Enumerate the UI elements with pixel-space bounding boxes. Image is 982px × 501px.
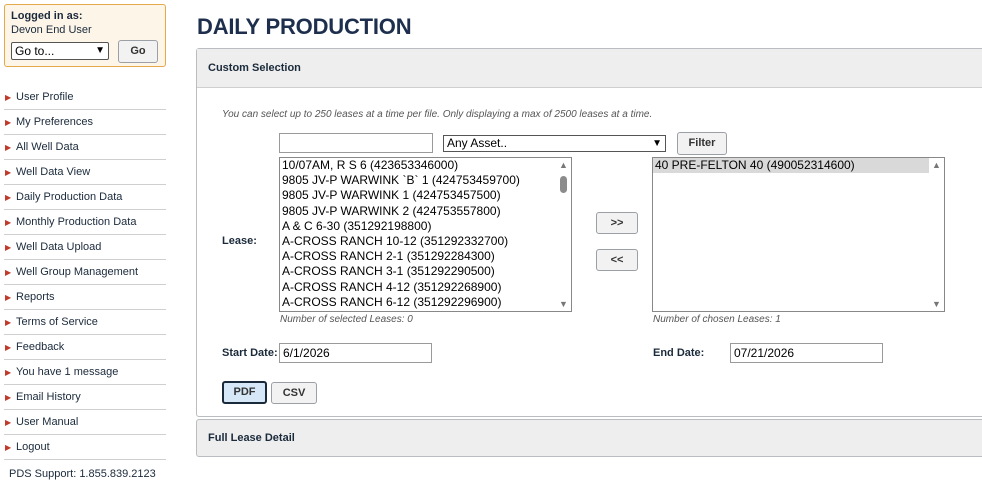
available-lease-option[interactable]: A-CROSS RANCH 2-1 (351292284300) <box>280 249 571 264</box>
sidebar-item-label: Reports <box>16 291 55 303</box>
lease-label: Lease: <box>222 235 257 247</box>
sidebar-item-label: Well Data Upload <box>16 241 102 253</box>
sidebar-item-label: Well Data View <box>16 166 91 178</box>
goto-select[interactable]: Go to... ▼ <box>11 42 109 60</box>
sidebar-nav: ▶ User Profile ▶ My Preferences ▶ All Well … <box>4 85 166 460</box>
chosen-leases-list[interactable]: 40 PRE-FELTON 40 (490052314600) ▲ ▼ <box>652 157 945 312</box>
arrow-bullet-icon: ▶ <box>5 318 12 327</box>
available-lease-option[interactable]: A & C 6-30 (351292198800) <box>280 219 571 234</box>
sidebar-item-label: My Preferences <box>16 116 94 128</box>
arrow-bullet-icon: ▶ <box>5 168 12 177</box>
csv-button[interactable]: CSV <box>271 382 317 404</box>
login-label: Logged in as: <box>11 10 83 22</box>
support-phone: PDS Support: 1.855.839.2123 <box>9 468 156 480</box>
arrow-bullet-icon: ▶ <box>5 193 12 202</box>
login-box: Logged in as: Devon End User Go to... ▼ … <box>4 4 166 67</box>
sidebar-item-well-data-upload[interactable]: ▶ Well Data Upload <box>4 235 166 260</box>
arrow-bullet-icon: ▶ <box>5 393 12 402</box>
available-lease-option[interactable]: A-CROSS RANCH 4-12 (351292268900) <box>280 280 571 295</box>
lease-search-input[interactable] <box>279 133 433 153</box>
sidebar-item-label: You have 1 message <box>16 366 119 378</box>
arrow-bullet-icon: ▶ <box>5 368 12 377</box>
filter-button[interactable]: Filter <box>677 132 727 155</box>
chevron-down-icon: ▼ <box>652 138 662 149</box>
sidebar-item-label: Monthly Production Data <box>16 216 137 228</box>
sidebar-item-logout[interactable]: ▶ Logout <box>4 435 166 460</box>
add-lease-button[interactable]: >> <box>596 212 638 234</box>
chosen-lease-option[interactable]: 40 PRE-FELTON 40 (490052314600) <box>653 158 929 174</box>
remove-lease-button[interactable]: << <box>596 249 638 271</box>
go-button[interactable]: Go <box>118 40 158 63</box>
sidebar-item-label: Logout <box>16 441 50 453</box>
scrollbar-thumb[interactable] <box>560 176 567 193</box>
available-lease-option[interactable]: 9805 JV-P WARWINK `B` 1 (424753459700) <box>280 173 571 188</box>
selection-info-text: You can select up to 250 leases at a tim… <box>222 109 653 120</box>
available-leases-scrollbar[interactable]: ▲ ▼ <box>556 158 571 311</box>
full-lease-detail-header[interactable]: Full Lease Detail <box>196 419 982 457</box>
sidebar-item-my-preferences[interactable]: ▶ My Preferences <box>4 110 166 135</box>
sidebar-item-well-group-management[interactable]: ▶ Well Group Management <box>4 260 166 285</box>
sidebar-item-monthly-production-data[interactable]: ▶ Monthly Production Data <box>4 210 166 235</box>
available-lease-option[interactable]: A-CROSS RANCH 6-12 (351292296900) <box>280 295 571 310</box>
sidebar-item-terms-of-service[interactable]: ▶ Terms of Service <box>4 310 166 335</box>
sidebar-item-label: Feedback <box>16 341 65 353</box>
sidebar-item-daily-production-data[interactable]: ▶ Daily Production Data <box>4 185 166 210</box>
page-title: DAILY PRODUCTION <box>197 14 412 39</box>
sidebar-item-label: Terms of Service <box>16 316 98 328</box>
arrow-bullet-icon: ▶ <box>5 443 12 452</box>
arrow-bullet-icon: ▶ <box>5 93 12 102</box>
available-lease-option[interactable]: 10/07AM, R S 6 (423653346000) <box>280 158 571 173</box>
sidebar-item-user-manual[interactable]: ▶ User Manual <box>4 410 166 435</box>
arrow-bullet-icon: ▶ <box>5 118 12 127</box>
arrow-bullet-icon: ▶ <box>5 143 12 152</box>
sidebar-item-well-data-view[interactable]: ▶ Well Data View <box>4 160 166 185</box>
arrow-bullet-icon: ▶ <box>5 293 12 302</box>
scroll-down-icon[interactable]: ▼ <box>932 299 941 309</box>
sidebar-item-reports[interactable]: ▶ Reports <box>4 285 166 310</box>
scroll-up-icon[interactable]: ▲ <box>559 160 568 170</box>
sidebar-item-user-profile[interactable]: ▶ User Profile <box>4 85 166 110</box>
available-lease-option[interactable]: 9805 JV-P WARWINK 1 (424753457500) <box>280 188 571 203</box>
chosen-leases-count: Number of chosen Leases: 1 <box>653 314 781 325</box>
sidebar-item-label: Well Group Management <box>16 266 139 278</box>
arrow-bullet-icon: ▶ <box>5 418 12 427</box>
available-lease-option[interactable]: 9805 JV-P WARWINK 2 (424753557800) <box>280 204 571 219</box>
available-leases-list[interactable]: 10/07AM, R S 6 (423653346000) 9805 JV-P … <box>279 157 572 312</box>
sidebar-item-label: User Manual <box>16 416 79 428</box>
sidebar-item-label: Email History <box>16 391 81 403</box>
sidebar-item-all-well-data[interactable]: ▶ All Well Data <box>4 135 166 160</box>
arrow-bullet-icon: ▶ <box>5 268 12 277</box>
arrow-bullet-icon: ▶ <box>5 218 12 227</box>
sidebar-item-feedback[interactable]: ▶ Feedback <box>4 335 166 360</box>
available-lease-option[interactable]: A-CROSS RANCH 3-1 (351292290500) <box>280 264 571 279</box>
available-lease-option[interactable]: A-CROSS RANCH 10-12 (351292332700) <box>280 234 571 249</box>
chosen-leases-scrollbar[interactable]: ▲ ▼ <box>929 158 944 311</box>
asset-select[interactable]: Any Asset.. ▼ <box>443 135 666 152</box>
sidebar-item-label: All Well Data <box>16 141 79 153</box>
custom-selection-panel: Custom Selection You can select up to 25… <box>196 48 982 417</box>
selected-leases-count: Number of selected Leases: 0 <box>280 314 413 325</box>
sidebar-item-label: Daily Production Data <box>16 191 123 203</box>
start-date-label: Start Date: <box>222 347 278 359</box>
scroll-down-icon[interactable]: ▼ <box>559 299 568 309</box>
goto-select-value: Go to... <box>15 44 55 58</box>
chevron-down-icon: ▼ <box>95 45 105 56</box>
end-date-input[interactable]: 07/21/2026 <box>730 343 883 363</box>
arrow-bullet-icon: ▶ <box>5 343 12 352</box>
sidebar-item-messages[interactable]: ▶ You have 1 message <box>4 360 166 385</box>
asset-select-value: Any Asset.. <box>447 136 508 150</box>
sidebar-item-label: User Profile <box>16 91 74 103</box>
custom-selection-header[interactable]: Custom Selection <box>197 49 982 88</box>
start-date-input[interactable]: 6/1/2026 <box>279 343 432 363</box>
end-date-label: End Date: <box>653 347 705 359</box>
scroll-up-icon[interactable]: ▲ <box>932 160 941 170</box>
pdf-button[interactable]: PDF <box>222 381 267 404</box>
sidebar-item-email-history[interactable]: ▶ Email History <box>4 385 166 410</box>
arrow-bullet-icon: ▶ <box>5 243 12 252</box>
logged-in-user: Devon End User <box>11 24 92 36</box>
